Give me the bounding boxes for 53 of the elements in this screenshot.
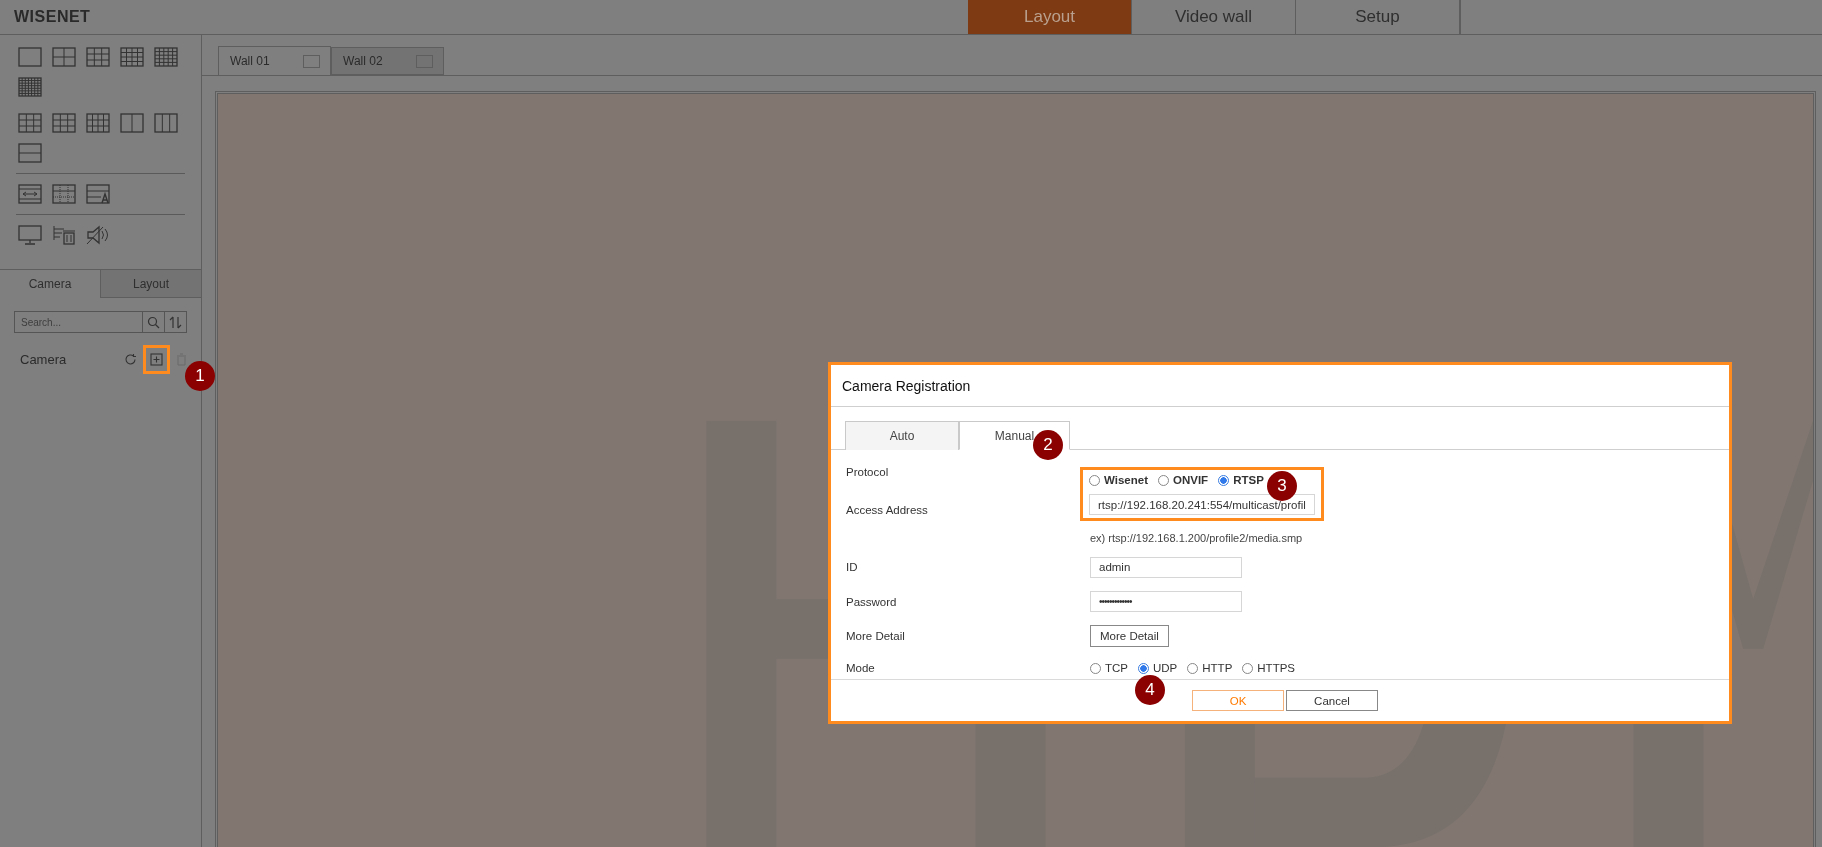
layout-grid-icon[interactable]	[52, 47, 76, 67]
search-button[interactable]	[143, 311, 165, 333]
delete-layout-icon[interactable]	[52, 225, 76, 245]
sort-button[interactable]	[165, 311, 187, 333]
dialog-button[interactable]: Cancel	[1286, 690, 1378, 711]
id-field[interactable]: admin	[1090, 557, 1242, 578]
field-label: ID	[846, 561, 859, 574]
layout-grid-icon[interactable]	[154, 47, 178, 67]
password-field[interactable]: •••••••••••••	[1090, 591, 1242, 613]
callout-badge: 3	[1267, 471, 1297, 501]
layout-grid-icon[interactable]	[86, 113, 110, 133]
more-detail-button[interactable]: More Detail	[1090, 625, 1169, 648]
monitor-icon[interactable]	[18, 225, 42, 245]
logo: WISENET	[13, 8, 92, 26]
dialog-title: Camera Registration	[831, 365, 1729, 407]
field-label: More Detail	[846, 630, 906, 643]
layout-grid-icon[interactable]	[52, 113, 76, 133]
field-label: Protocol	[846, 465, 890, 478]
layout-grid-icon[interactable]	[154, 113, 178, 133]
radio-option[interactable]: TCP	[1090, 662, 1128, 675]
grid-edit-icon[interactable]	[86, 184, 110, 204]
layout-grid-icon[interactable]	[18, 47, 42, 67]
example-text: ex) rtsp://192.168.1.200/profile2/media.smp	[1090, 531, 1304, 544]
address-field[interactable]: rtsp://192.168.20.241:554/multicast/profil	[1089, 494, 1315, 516]
grid-icon[interactable]	[52, 184, 76, 204]
radio-option[interactable]: HTTP	[1187, 662, 1233, 675]
swap-icon[interactable]	[18, 184, 42, 204]
radio-option[interactable]: UDP	[1138, 662, 1178, 675]
layout-grid-icon[interactable]	[18, 77, 42, 97]
radio-option[interactable]: Wisenet	[1089, 474, 1148, 487]
callout-badge: 1	[185, 361, 215, 391]
add-icon[interactable]	[150, 353, 163, 366]
field-label: Password	[846, 595, 898, 608]
callout-badge: 2	[1033, 430, 1063, 460]
layout-grid-icon[interactable]	[86, 47, 110, 67]
wall-tab[interactable]: Wall 01	[218, 46, 331, 75]
radio-option[interactable]: ONVIF	[1158, 474, 1209, 487]
search-icon	[147, 315, 160, 329]
sort-icon	[169, 315, 182, 329]
layout-grid-icon[interactable]	[18, 113, 42, 133]
refresh-icon[interactable]	[124, 353, 137, 366]
mute-icon[interactable]	[86, 225, 110, 245]
radio-option[interactable]: HTTPS	[1242, 662, 1295, 675]
dialog-tab[interactable]: Auto	[845, 421, 959, 450]
field-label: Access Address	[846, 503, 929, 517]
layout-grid-icon[interactable]	[120, 47, 144, 67]
radio-option[interactable]: RTSP	[1218, 474, 1264, 487]
layout-grid-icon[interactable]	[18, 143, 42, 163]
field-label: Mode	[846, 662, 876, 675]
tree-item[interactable]: Camera	[20, 352, 67, 367]
search-field[interactable]: Search...	[14, 311, 143, 333]
layout-grid-icon[interactable]	[120, 113, 144, 133]
callout-badge: 4	[1135, 675, 1165, 705]
